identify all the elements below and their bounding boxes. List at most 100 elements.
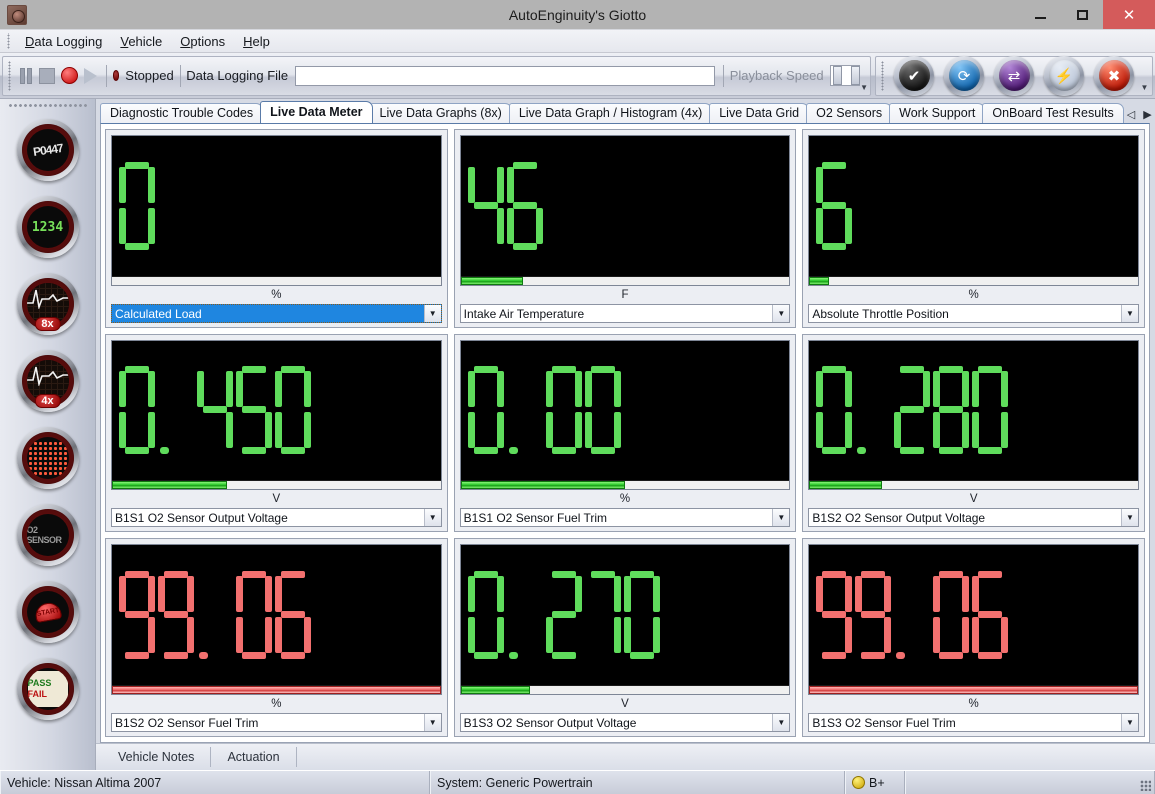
sidebar-icon-work-support[interactable]: START	[16, 581, 79, 643]
connection-toolbar-grip-handle[interactable]	[881, 60, 886, 91]
sidebar-icon-trouble-codes[interactable]: P0447	[16, 119, 79, 181]
stop-button[interactable]	[39, 65, 55, 87]
sidebar-icon-live-data-meter[interactable]: 1234	[16, 196, 79, 258]
parameter-select[interactable]: B1S1 O2 Sensor Fuel Trim ▼	[459, 508, 791, 528]
refresh-button[interactable]: ⟳	[944, 55, 984, 96]
icon-bezel: 4x	[21, 355, 74, 408]
meter-value	[461, 136, 790, 276]
sidebar-icon-o2-sensors[interactable]: O2 SENSOR	[16, 504, 79, 566]
meter-display	[808, 135, 1139, 286]
tab-live-data-meter[interactable]: Live Data Meter	[260, 101, 373, 123]
connection-toolbar-overflow-button[interactable]	[1139, 57, 1150, 95]
icon-bezel: 1234	[21, 201, 74, 253]
tab-live-data-graphs-8x[interactable]: Live Data Graphs (8x)	[369, 103, 512, 123]
sidebar-icon-live-data-graph-histogram-4x[interactable]: 4x	[16, 350, 79, 412]
parameter-select[interactable]: B1S2 O2 Sensor Output Voltage ▼	[808, 508, 1139, 528]
bottom-tab-vehicle-notes[interactable]: Vehicle Notes	[102, 747, 212, 767]
car-icon: ⇄	[998, 60, 1030, 91]
sidebar-icon-live-data-grid[interactable]	[16, 427, 79, 489]
plug-icon: ⚡	[1048, 60, 1080, 91]
tab-live-data-grid[interactable]: Live Data Grid	[709, 103, 810, 123]
meter-display	[459, 339, 791, 491]
parameter-select[interactable]: B1S3 O2 Sensor Fuel Trim ▼	[808, 713, 1139, 732]
meter-bargraph	[112, 275, 441, 285]
connect-button[interactable]: ⚡	[1044, 55, 1084, 96]
resize-grip-icon[interactable]	[1140, 780, 1151, 791]
pause-button[interactable]	[19, 65, 33, 87]
record-button[interactable]	[61, 65, 78, 87]
play-button[interactable]	[84, 65, 97, 87]
log-file-input[interactable]	[295, 65, 716, 86]
meter-value	[809, 341, 1138, 481]
tab-live-data-graph-histogram-4x[interactable]: Live Data Graph / Histogram (4x)	[508, 103, 713, 123]
parameter-select[interactable]: B1S3 O2 Sensor Output Voltage ▼	[459, 713, 791, 732]
tab-scroll-right-icon[interactable]: ▶	[1143, 108, 1151, 121]
minimize-button[interactable]	[1019, 0, 1061, 29]
seven-segment-digit	[584, 364, 622, 456]
vehicle-select-button[interactable]: ⇄	[994, 55, 1034, 96]
meter-bargraph	[809, 275, 1138, 285]
icon-face: P0447	[26, 129, 69, 171]
disconnect-button[interactable]: ✖	[1094, 55, 1134, 96]
chevron-down-icon[interactable]: ▼	[423, 304, 441, 322]
menu-item-vehicle[interactable]: Vehicle	[111, 32, 171, 51]
chevron-down-icon[interactable]: ▼	[1120, 304, 1138, 322]
tab-scroll-left-icon[interactable]: ◁	[1127, 108, 1135, 121]
menu-grip-handle[interactable]	[6, 33, 12, 49]
window-controls: ✕	[1019, 0, 1155, 29]
log-file-label: Data Logging File	[186, 68, 289, 83]
icon-bezel: O2 SENSOR	[21, 509, 74, 561]
chevron-down-icon[interactable]: ▼	[423, 509, 441, 527]
meter-panel: F Intake Air Temperature ▼	[453, 129, 797, 328]
seven-segment-digit	[274, 569, 312, 661]
seven-segment-digit	[157, 569, 195, 661]
meter-unit-label: V	[969, 493, 978, 506]
sidebar-grip-handle[interactable]	[7, 103, 88, 110]
tab-work-support[interactable]: Work Support	[889, 103, 986, 123]
toolbar-overflow-button[interactable]	[860, 57, 868, 95]
meter-display	[808, 339, 1139, 491]
chevron-down-icon[interactable]: ▼	[772, 509, 790, 527]
sidebar-icon-live-data-graphs-8x[interactable]: 8x	[16, 273, 79, 335]
seven-segment-digit	[893, 364, 931, 456]
sidebar-icon-onboard-test-results[interactable]: PASS FAIL	[16, 658, 79, 720]
icon-bezel: PASS FAIL	[21, 663, 74, 715]
diagnostic-report-button[interactable]: ✔	[894, 55, 934, 96]
seven-segment-digit	[971, 569, 1009, 661]
meter-bargraph-fill	[809, 276, 830, 285]
parameter-select-value: B1S1 O2 Sensor Output Voltage	[115, 511, 288, 526]
slider-thumb-left[interactable]	[832, 66, 842, 85]
icon-bezel: 8x	[21, 278, 74, 331]
chevron-down-icon[interactable]: ▼	[1120, 509, 1138, 527]
chevron-down-icon[interactable]: ▼	[423, 714, 441, 731]
parameter-select[interactable]: Absolute Throttle Position ▼	[808, 303, 1139, 323]
playback-speed-slider[interactable]	[829, 65, 884, 86]
tab-o2-sensors[interactable]: O2 Sensors	[806, 103, 893, 123]
chevron-down-icon[interactable]: ▼	[1120, 714, 1138, 731]
menu-item-data-logging[interactable]: Data Logging	[16, 32, 111, 51]
chevron-down-icon[interactable]: ▼	[772, 304, 790, 322]
icon-bezel	[21, 432, 74, 484]
parameter-select[interactable]: Calculated Load ▼	[111, 303, 442, 323]
slider-thumb-mid[interactable]	[850, 66, 860, 85]
meter-bargraph-fill	[460, 276, 524, 285]
seven-segment-decimal-point	[506, 569, 544, 661]
menu-item-options[interactable]: Options	[171, 32, 234, 51]
parameter-select[interactable]: Intake Air Temperature ▼	[459, 303, 791, 323]
icon-face: 8x	[26, 283, 69, 331]
maximize-button[interactable]	[1061, 0, 1103, 29]
seven-segment-digit	[584, 569, 622, 661]
parameter-select[interactable]: B1S1 O2 Sensor Output Voltage ▼	[111, 508, 442, 528]
parameter-select[interactable]: B1S2 O2 Sensor Fuel Trim ▼	[111, 713, 442, 732]
playback-speed-label: Playback Speed	[729, 68, 824, 83]
close-button[interactable]: ✕	[1103, 0, 1155, 29]
seven-segment-digit	[815, 569, 853, 661]
chevron-down-icon[interactable]: ▼	[772, 714, 790, 731]
bottom-tab-strip: Vehicle Notes Actuation	[96, 743, 1155, 770]
toolbar-grip-handle[interactable]	[8, 60, 13, 91]
tab-diagnostic-trouble-codes[interactable]: Diagnostic Trouble Codes	[100, 103, 264, 123]
tab-onboard-test-results[interactable]: OnBoard Test Results	[982, 103, 1124, 123]
clipboard-check-icon: ✔	[898, 60, 930, 91]
menu-item-help[interactable]: Help	[234, 32, 279, 51]
bottom-tab-actuation[interactable]: Actuation	[211, 747, 297, 767]
